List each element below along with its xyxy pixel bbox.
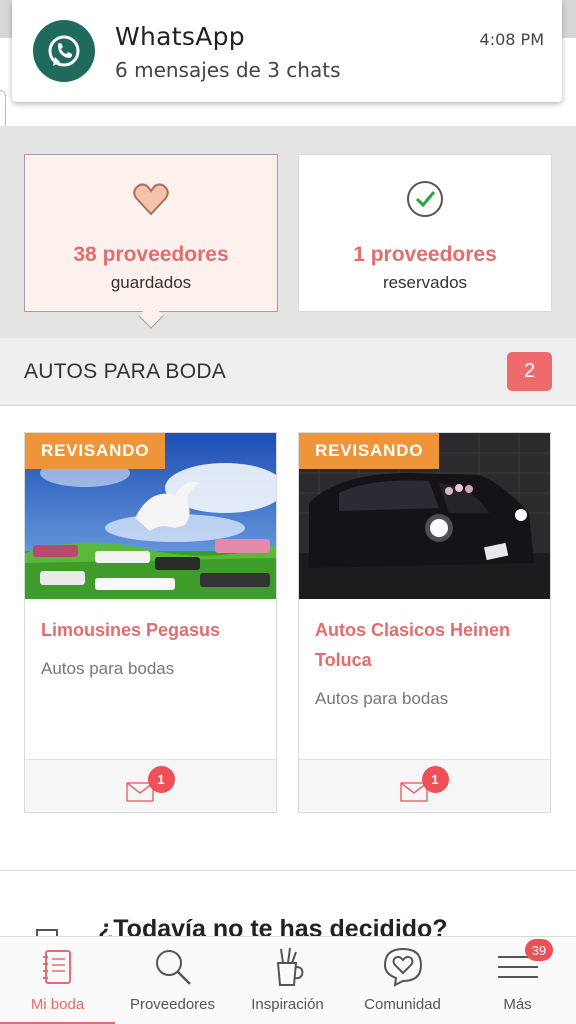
nav-comunidad[interactable]: Comunidad: [345, 937, 460, 1024]
saved-vendors-card[interactable]: 38 proveedores guardados: [24, 154, 278, 312]
vendor-name[interactable]: Limousines Pegasus: [41, 615, 266, 645]
bottom-navigation: Mi boda Proveedores Inspiración Comunida…: [0, 936, 576, 1024]
summary-panel: 38 proveedores guardados 1 proveedores r…: [0, 126, 576, 338]
status-badge: REVISANDO: [299, 433, 440, 469]
heart-chat-icon: [383, 947, 422, 987]
nav-label: Más: [503, 996, 532, 1013]
heart-icon: [133, 183, 169, 216]
message-button[interactable]: 1: [399, 766, 450, 804]
pencil-cup-icon: [276, 947, 303, 986]
promo-title: ¿Todavía no te has decidido?: [98, 915, 448, 936]
nav-label: Inspiración: [251, 996, 324, 1013]
saved-label: guardados: [110, 273, 192, 292]
search-icon: [155, 950, 191, 985]
vendor-photo: REVISANDO: [25, 433, 276, 599]
notebook-icon: [42, 950, 71, 984]
nav-mi-boda[interactable]: Mi boda: [0, 937, 115, 1024]
notification-count-badge: 39: [525, 939, 553, 961]
category-title: AUTOS PARA BODA: [24, 360, 227, 383]
vendor-category: Autos para bodas: [315, 689, 449, 708]
vendor-list: REVISANDO Limousines Pegasus Autos para …: [0, 406, 576, 870]
notification-message: 6 mensajes de 3 chats: [115, 58, 341, 82]
category-count-badge: 2: [507, 352, 552, 391]
whatsapp-notification[interactable]: WhatsApp 6 mensajes de 3 chats 4:08 PM: [12, 0, 562, 102]
notebook-icon: [36, 929, 58, 936]
nav-inspiracion[interactable]: Inspiración: [230, 937, 345, 1024]
nav-proveedores[interactable]: Proveedores: [115, 937, 230, 1024]
nav-label: Comunidad: [364, 996, 441, 1013]
vendor-card[interactable]: REVISANDO Autos Clasicos Heinen Toluca A…: [298, 432, 551, 813]
vendor-photo: REVISANDO: [299, 433, 550, 599]
booked-vendors-card[interactable]: 1 proveedores reservados: [298, 154, 552, 312]
message-button[interactable]: 1: [125, 766, 176, 804]
vendor-category: Autos para bodas: [41, 659, 175, 678]
nav-label: Mi boda: [30, 996, 85, 1013]
notification-title: WhatsApp: [115, 22, 245, 51]
notification-time: 4:08 PM: [479, 30, 544, 49]
message-count-badge: 1: [421, 766, 449, 793]
nav-label: Proveedores: [129, 996, 216, 1013]
booked-count: 1 proveedores: [353, 243, 497, 266]
message-count-badge: 1: [147, 766, 175, 793]
vendor-actions: 1: [25, 759, 276, 812]
booked-label: reservados: [382, 273, 468, 292]
saved-count: 38 proveedores: [73, 243, 229, 266]
nav-mas[interactable]: 39 Más: [460, 937, 575, 1024]
vendor-card[interactable]: REVISANDO Limousines Pegasus Autos para …: [24, 432, 277, 813]
vendor-actions: 1: [299, 759, 550, 812]
undecided-promo[interactable]: ¿Todavía no te has decidido?: [0, 870, 576, 936]
vendor-name[interactable]: Autos Clasicos Heinen Toluca: [315, 615, 540, 675]
check-circle-icon: [407, 181, 443, 217]
whatsapp-icon: [33, 20, 95, 82]
category-header[interactable]: AUTOS PARA BODA 2: [0, 338, 576, 406]
status-badge: REVISANDO: [25, 433, 166, 469]
